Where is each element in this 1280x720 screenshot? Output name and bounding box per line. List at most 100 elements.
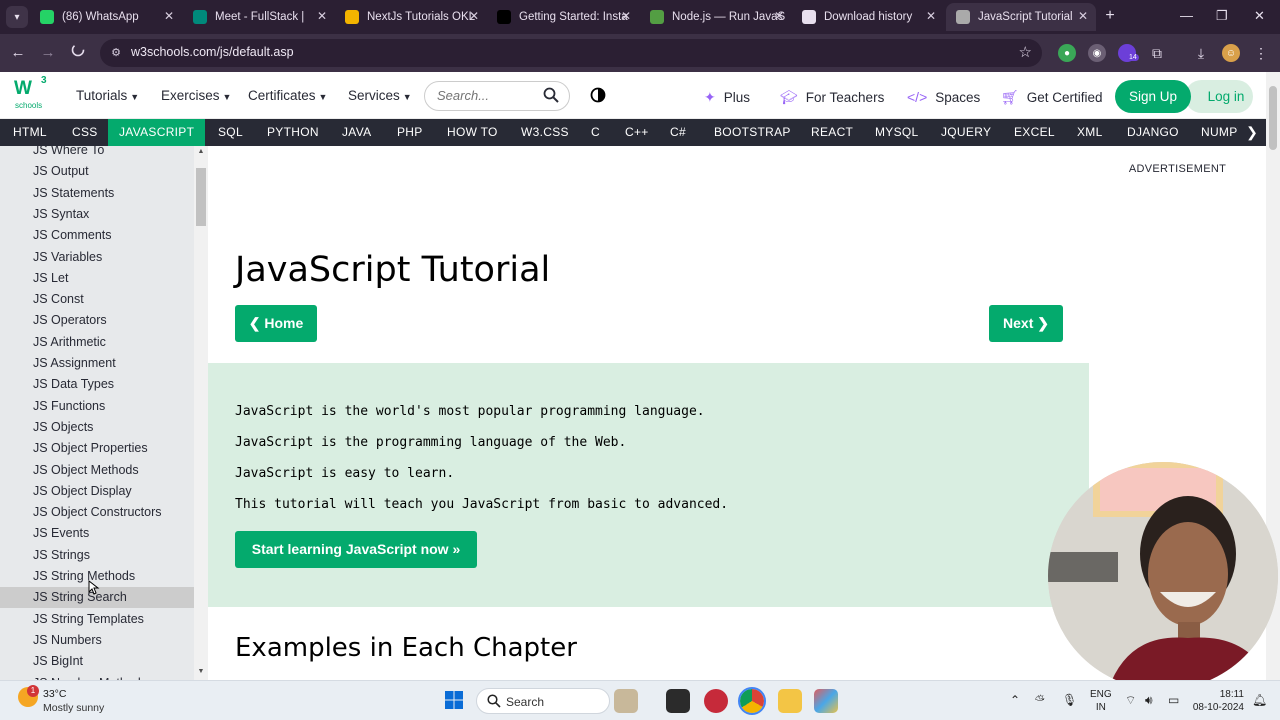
extension-badge-icon[interactable]: 14 bbox=[1118, 44, 1139, 62]
system-clock[interactable]: 18:11 08-10-2024 bbox=[1192, 688, 1244, 714]
tab-close-icon[interactable]: ✕ bbox=[164, 9, 174, 23]
sidebar-item[interactable]: JS Operators bbox=[0, 310, 194, 331]
tray-overflow-icon[interactable]: ⌃ bbox=[1010, 693, 1020, 707]
network-status-icon[interactable]: ⛅︎ bbox=[1035, 693, 1045, 708]
back-button[interactable]: ← bbox=[8, 43, 28, 63]
browser-tab[interactable]: Download history ✕ bbox=[792, 3, 944, 31]
weather-temperature[interactable]: 33°C bbox=[43, 688, 66, 700]
browser-tab[interactable]: Getting Started: Insta ✕ bbox=[487, 3, 639, 31]
tab-close-icon[interactable]: ✕ bbox=[317, 9, 327, 23]
menu-tutorials[interactable]: Tutorials ▼ bbox=[76, 88, 139, 103]
sidebar-scrollbar[interactable]: ▲ ▼ bbox=[194, 146, 208, 680]
topic-react[interactable]: REACT bbox=[800, 119, 864, 146]
menu-certificates[interactable]: Certificates ▼ bbox=[248, 88, 327, 103]
sidebar-item[interactable]: JS Output bbox=[0, 161, 194, 182]
sidebar-item[interactable]: JS String Templates bbox=[0, 609, 194, 630]
search-icon[interactable] bbox=[543, 87, 559, 103]
stop-loading-button[interactable] bbox=[68, 43, 88, 63]
sidebar-item[interactable]: JS Assignment bbox=[0, 353, 194, 374]
get-certified-link[interactable]: 🛒︎ Get Certified bbox=[1001, 89, 1103, 106]
sidebar-item[interactable]: JS BigInt bbox=[0, 651, 194, 672]
sidebar-item[interactable]: JS Strings bbox=[0, 545, 194, 566]
topic-css[interactable]: CSS bbox=[61, 119, 109, 146]
sidebar-item[interactable]: JS Object Methods bbox=[0, 460, 194, 481]
sidebar-item[interactable]: JS Variables bbox=[0, 247, 194, 268]
sidebar-item[interactable]: JS Let bbox=[0, 268, 194, 289]
topic-javascript[interactable]: JAVASCRIPT bbox=[108, 119, 206, 146]
tab-search-button[interactable]: ▾ bbox=[6, 6, 28, 28]
taskbar-search[interactable]: Search bbox=[476, 688, 610, 714]
input-language[interactable]: ENG IN bbox=[1090, 688, 1112, 714]
topic-mysql[interactable]: MYSQL bbox=[864, 119, 930, 146]
topic-php[interactable]: PHP bbox=[386, 119, 434, 146]
widgets-app-icon[interactable] bbox=[614, 689, 638, 713]
chrome-app-icon[interactable] bbox=[738, 687, 766, 715]
topic-html[interactable]: HTML bbox=[2, 119, 58, 146]
sidebar-item[interactable]: JS Arithmetic bbox=[0, 332, 194, 353]
sidebar-item[interactable]: JS Syntax bbox=[0, 204, 194, 225]
tab-close-icon[interactable]: ✕ bbox=[621, 9, 631, 23]
sidebar-item[interactable]: JS Functions bbox=[0, 396, 194, 417]
topic-django[interactable]: DJANGO bbox=[1116, 119, 1190, 146]
for-teachers-link[interactable]: 🎓︎ For Teachers bbox=[780, 89, 884, 106]
search-input[interactable] bbox=[437, 88, 537, 103]
file-explorer-icon[interactable] bbox=[778, 689, 802, 713]
topic-jquery[interactable]: JQUERY bbox=[930, 119, 1002, 146]
scroll-up-arrow-icon[interactable]: ▲ bbox=[194, 148, 208, 155]
signup-button[interactable]: Sign Up bbox=[1115, 80, 1191, 113]
browser-tab[interactable]: JavaScript Tutorial ✕ bbox=[946, 3, 1096, 31]
address-bar[interactable]: ⚙ w3schools.com/js/default.asp ☆ bbox=[100, 39, 1042, 67]
sidebar-item[interactable]: JS Comments bbox=[0, 225, 194, 246]
sidebar-item[interactable]: JS Where To bbox=[0, 146, 194, 161]
dark-mode-toggle-icon[interactable] bbox=[590, 87, 606, 103]
profile-avatar[interactable]: ☺ bbox=[1222, 44, 1240, 62]
sidebar-item[interactable]: JS Object Constructors bbox=[0, 502, 194, 523]
topic-w3-css[interactable]: W3.CSS bbox=[510, 119, 580, 146]
topic-c-[interactable]: C# bbox=[659, 119, 697, 146]
plus-link[interactable]: ✦ Plus bbox=[704, 89, 750, 106]
browser-tab[interactable]: Node.js — Run JavaS ✕ bbox=[640, 3, 792, 31]
git-app-icon[interactable] bbox=[814, 689, 838, 713]
minimize-button[interactable]: — bbox=[1180, 8, 1193, 23]
scroll-down-arrow-icon[interactable]: ▼ bbox=[194, 668, 208, 675]
sidebar-item[interactable]: JS Number Methods bbox=[0, 673, 194, 681]
notification-bell-icon[interactable]: 🔔︎ bbox=[1252, 693, 1267, 707]
wifi-icon[interactable]: ⌔ bbox=[1125, 693, 1136, 708]
topic-python[interactable]: PYTHON bbox=[256, 119, 330, 146]
windows-start-icon[interactable] bbox=[444, 690, 464, 710]
login-button[interactable]: Log in bbox=[1185, 80, 1253, 113]
browser-tab[interactable]: Meet - FullStack | ✕ bbox=[183, 3, 335, 31]
topic-excel[interactable]: EXCEL bbox=[1003, 119, 1066, 146]
battery-icon[interactable]: ▭ bbox=[1168, 693, 1179, 707]
volume-icon[interactable]: 🔊︎ bbox=[1145, 693, 1153, 708]
topic-c[interactable]: C bbox=[580, 119, 611, 146]
sidebar-item[interactable]: JS Object Display bbox=[0, 481, 194, 502]
window-close-button[interactable]: ✕ bbox=[1254, 8, 1265, 24]
sidebar-item[interactable]: JS Const bbox=[0, 289, 194, 310]
start-learning-button[interactable]: Start learning JavaScript now » bbox=[235, 531, 477, 568]
sidebar-item[interactable]: JS Object Properties bbox=[0, 438, 194, 459]
tab-close-icon[interactable]: ✕ bbox=[774, 9, 784, 23]
extensions-puzzle-icon[interactable]: ⧉ bbox=[1148, 44, 1166, 62]
browser-tab[interactable]: (86) WhatsApp ✕ bbox=[30, 3, 182, 31]
menu-services[interactable]: Services ▼ bbox=[348, 88, 412, 103]
site-info-icon[interactable]: ⚙ bbox=[108, 45, 124, 61]
page-scroll-thumb[interactable] bbox=[1269, 86, 1277, 150]
extension-green-icon[interactable]: ● bbox=[1058, 44, 1076, 62]
topic-c-[interactable]: C++ bbox=[614, 119, 660, 146]
sidebar-item[interactable]: JS Numbers bbox=[0, 630, 194, 651]
forward-button[interactable]: → bbox=[38, 43, 58, 63]
topic-how-to[interactable]: HOW TO bbox=[436, 119, 509, 146]
weather-condition[interactable]: Mostly sunny bbox=[43, 702, 104, 714]
downloads-icon[interactable]: ⤓ bbox=[1192, 44, 1210, 62]
tab-close-icon[interactable]: ✕ bbox=[926, 9, 936, 23]
menu-exercises[interactable]: Exercises ▼ bbox=[161, 88, 231, 103]
maximize-button[interactable]: ❐ bbox=[1216, 8, 1228, 24]
topic-scroll-right-icon[interactable]: ❯ bbox=[1238, 119, 1266, 146]
sidebar-item[interactable]: JS Events bbox=[0, 523, 194, 544]
tab-close-icon[interactable]: ✕ bbox=[1078, 9, 1088, 23]
next-button[interactable]: Next ❯ bbox=[989, 305, 1063, 342]
topic-xml[interactable]: XML bbox=[1066, 119, 1114, 146]
topic-sql[interactable]: SQL bbox=[207, 119, 254, 146]
tab-close-icon[interactable]: ✕ bbox=[469, 9, 479, 23]
